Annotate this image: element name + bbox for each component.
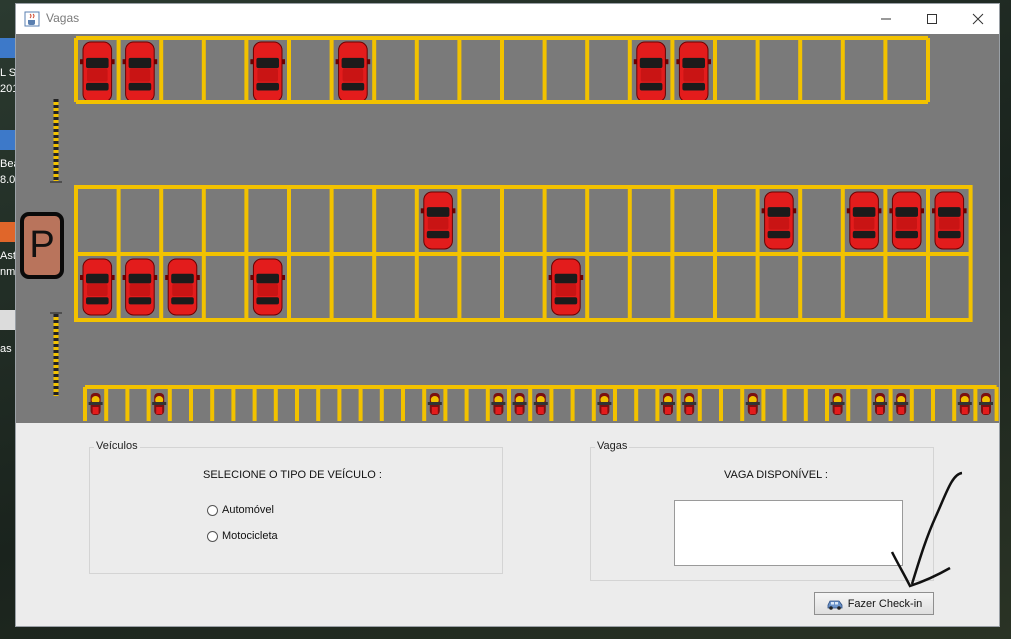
car-icon: [122, 41, 158, 103]
radio-button[interactable]: [207, 530, 218, 542]
motorcycle-icon: [979, 393, 993, 415]
radio-label[interactable]: Motocicleta: [222, 530, 278, 542]
parking-sign-letter: P: [29, 224, 55, 266]
app-window: Vagas P Veículos SELECIONE O TIPO DE VEÍ…: [15, 3, 1000, 627]
desktop-label: as: [0, 343, 12, 355]
car-icon: [250, 258, 285, 316]
parking-lot-drawing: [50, 36, 999, 421]
desktop-label: L S: [0, 67, 15, 79]
car-icon: [761, 191, 797, 250]
minimize-button[interactable]: [863, 4, 909, 34]
motorcycle-icon: [152, 393, 167, 415]
desktop-label: Ast: [0, 250, 15, 262]
close-icon: [972, 13, 984, 25]
motorcycle-icon: [957, 393, 972, 415]
car-icon: [165, 258, 200, 316]
motorcycle-icon: [533, 393, 548, 415]
minimize-icon: [881, 18, 891, 20]
car-icon: [827, 600, 843, 610]
car-icon: [676, 41, 711, 103]
java-coffee-icon: [24, 11, 40, 27]
motorcycle-icon: [873, 393, 887, 415]
desktop-label: 8.0: [0, 174, 15, 186]
car-icon: [80, 41, 115, 103]
motorcycle-icon: [830, 393, 845, 415]
vehicle-type-prompt: SELECIONE O TIPO DE VEÍCULO :: [203, 469, 382, 481]
desktop-label: nm: [0, 266, 15, 278]
car-icon: [420, 191, 456, 250]
available-space-field[interactable]: [674, 500, 903, 566]
maximize-button[interactable]: [909, 4, 955, 34]
radio-motocicleta[interactable]: Motocicleta: [207, 530, 278, 542]
car-icon: [633, 41, 669, 103]
parking-sign: P: [20, 212, 64, 279]
vagas-group-title: Vagas: [595, 440, 630, 452]
maximize-icon: [927, 14, 937, 24]
radio-automovel[interactable]: Automóvel: [207, 504, 274, 516]
checkin-button-label[interactable]: Fazer Check-in: [848, 598, 923, 610]
motorcycle-icon: [88, 393, 103, 415]
veiculos-group: Veículos: [89, 440, 503, 574]
desktop-label: 201: [0, 83, 15, 95]
veiculos-group-title: Veículos: [94, 440, 140, 452]
car-icon: [548, 258, 584, 316]
motorcycle-icon: [894, 393, 909, 415]
car-icon: [846, 191, 882, 250]
available-space-prompt: VAGA DISPONÍVEL :: [724, 469, 828, 481]
motorcycle-icon: [427, 393, 442, 415]
radio-label[interactable]: Automóvel: [222, 504, 274, 516]
desktop-shortcut-icon[interactable]: [0, 38, 16, 58]
motorcycle-icon: [597, 393, 612, 415]
motorcycle-icon: [661, 393, 675, 415]
parking-lot-map: P: [16, 34, 999, 423]
car-icon: [80, 258, 115, 316]
motorcycle-icon: [491, 393, 506, 415]
desktop-shortcut-icon[interactable]: [0, 310, 16, 330]
radio-button[interactable]: [207, 504, 218, 516]
desktop-shortcut-icon[interactable]: [0, 130, 16, 150]
car-icon: [932, 191, 967, 250]
car-icon: [250, 41, 285, 103]
car-icon: [889, 191, 924, 250]
motorcycle-icon: [682, 393, 697, 415]
desktop-shortcut-icon[interactable]: [0, 222, 16, 242]
motorcycle-icon: [512, 393, 527, 415]
title-bar[interactable]: Vagas: [16, 4, 999, 34]
car-icon: [122, 258, 158, 316]
desktop-label: Bea: [0, 158, 15, 170]
checkin-button[interactable]: Fazer Check-in: [814, 592, 934, 615]
close-button[interactable]: [955, 4, 999, 34]
window-title: Vagas: [46, 11, 80, 25]
car-icon: [335, 41, 371, 103]
motorcycle-icon: [745, 393, 760, 415]
